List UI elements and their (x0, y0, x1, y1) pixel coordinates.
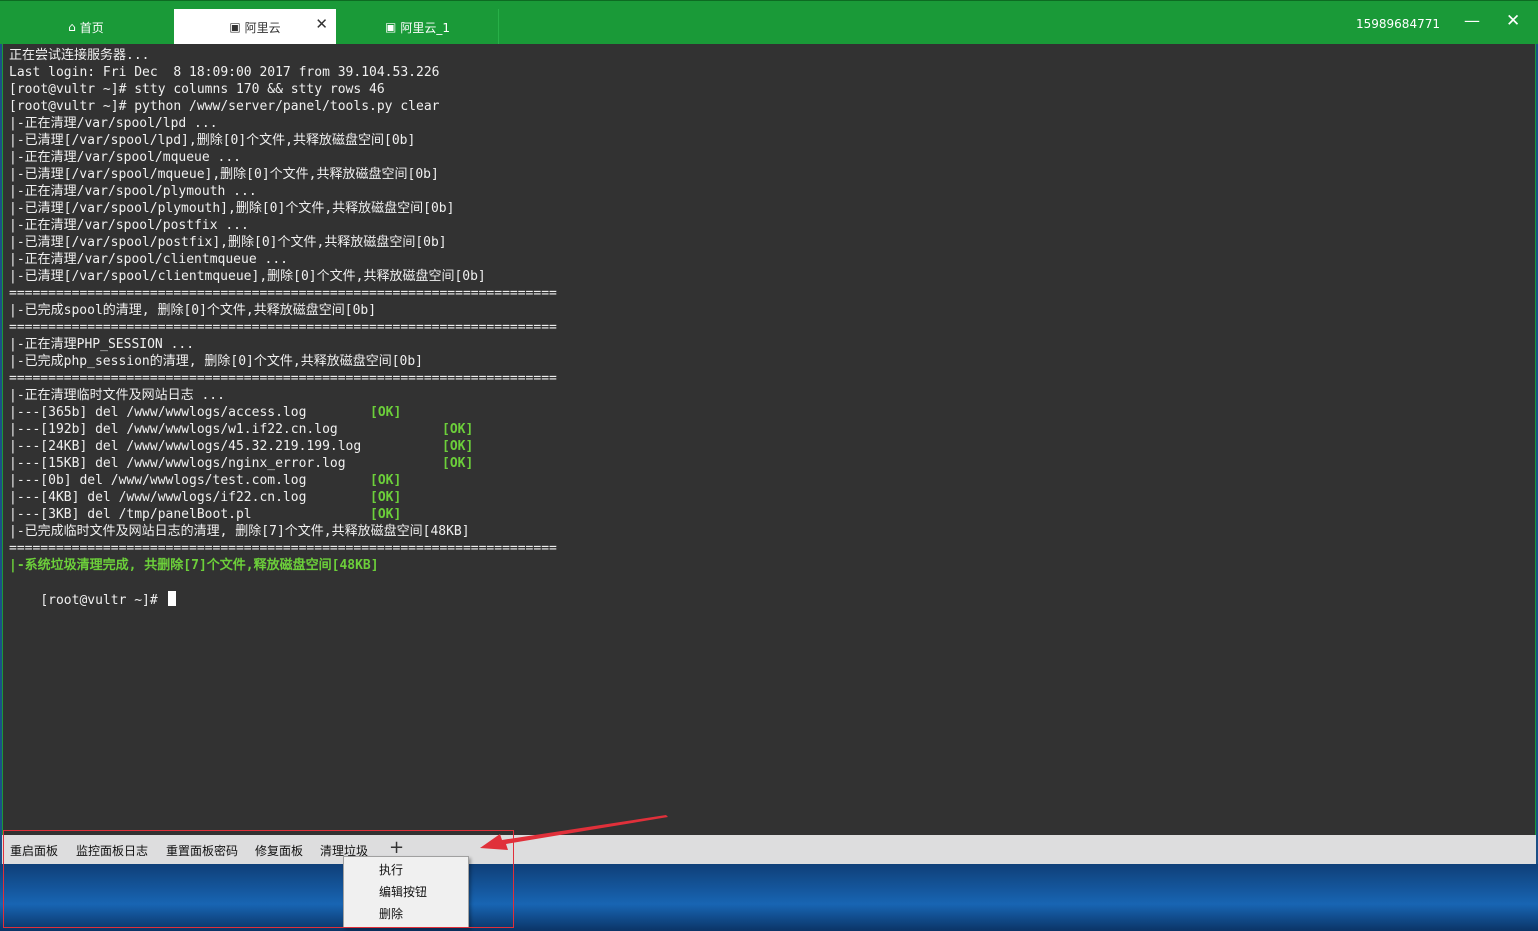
log-delete-row: |---[4KB] del /www/wwwlogs/if22.cn.log [… (9, 489, 509, 506)
terminal-line: |-已清理[/var/spool/plymouth],删除[0]个文件,共释放磁… (9, 201, 455, 216)
log-delete-row: |---[192b] del /www/wwwlogs/w1.if22.cn.l… (9, 421, 509, 438)
tab-aliyun-1[interactable]: ▣ 阿里云_1 (337, 9, 499, 45)
menu-item-delete[interactable]: 删除 (379, 905, 403, 922)
summary-line: |-系统垃圾清理完成, 共删除[7]个文件,释放磁盘空间[48KB] (9, 558, 379, 573)
tab-home[interactable]: ⌂ 首页 (0, 9, 172, 45)
account-phone: 15989684771 (1356, 17, 1440, 31)
terminal-line: |-已清理[/var/spool/lpd],删除[0]个文件,共释放磁盘空间[0… (9, 133, 416, 148)
separator-line: ========================================… (9, 286, 557, 301)
menu-item-execute[interactable]: 执行 (379, 861, 403, 878)
separator-line: ========================================… (9, 371, 557, 386)
terminal-line: |-正在清理/var/spool/clientmqueue ... (9, 252, 288, 267)
terminal-line: |-正在清理/var/spool/postfix ... (9, 218, 249, 233)
terminal-line: [root@vultr ~]# python /www/server/panel… (9, 99, 440, 114)
terminal-line: |-已清理[/var/spool/clientmqueue],删除[0]个文件,… (9, 269, 486, 284)
terminal-icon: ▣ (385, 20, 397, 34)
terminal-line: |---[15KB] del /www/wwwlogs/nginx_error.… (9, 456, 346, 471)
command-toolbar: 重启面板 监控面板日志 重置面板密码 修复面板 清理垃圾 + (2, 835, 1536, 864)
terminal-line: |-已清理[/var/spool/postfix],删除[0]个文件,共释放磁盘… (9, 235, 447, 250)
annotation-arrow (480, 815, 668, 850)
terminal-line: |---[192b] del /www/wwwlogs/w1.if22.cn.l… (9, 422, 338, 437)
close-window-icon[interactable]: ✕ (1506, 11, 1520, 31)
repair-panel-button[interactable]: 修复面板 (255, 842, 303, 859)
log-delete-row: |---[365b] del /www/wwwlogs/access.log [… (9, 404, 509, 421)
terminal-line: |-已完成spool的清理, 删除[0]个文件,共释放磁盘空间[0b] (9, 303, 377, 318)
terminal-line: |-已清理[/var/spool/mqueue],删除[0]个文件,共释放磁盘空… (9, 167, 439, 182)
separator-line: ========================================… (9, 541, 557, 556)
add-button-icon[interactable]: + (389, 837, 404, 858)
ok-status: [OK] (442, 422, 474, 437)
log-delete-row: |---[0b] del /www/wwwlogs/test.com.log [… (9, 472, 509, 489)
terminal-prompt: [root@vultr ~]# (40, 593, 166, 608)
terminal-line: |-已完成php_session的清理, 删除[0]个文件,共释放磁盘空间[0b… (9, 354, 424, 369)
terminal-line: |-正在清理/var/spool/lpd ... (9, 116, 218, 131)
ok-status: [OK] (370, 473, 402, 488)
ok-status: [OK] (442, 456, 474, 471)
terminal-output[interactable]: 正在尝试连接服务器... Last login: Fri Dec 8 18:09… (2, 44, 1536, 835)
log-delete-row: |---[3KB] del /tmp/panelBoot.pl [OK] (9, 506, 509, 523)
tab-label: 首页 (79, 20, 104, 35)
log-delete-row: |---[24KB] del /www/wwwlogs/45.32.219.19… (9, 438, 509, 455)
close-tab-icon[interactable]: ✕ (315, 15, 328, 33)
terminal-line: |-正在清理PHP_SESSION ... (9, 337, 195, 352)
terminal-line: |---[3KB] del /tmp/panelBoot.pl (9, 507, 252, 522)
log-delete-row: |---[15KB] del /www/wwwlogs/nginx_error.… (9, 455, 509, 472)
menu-item-edit-button[interactable]: 编辑按钮 (379, 883, 427, 900)
title-bar: ⌂ 首页 ▣ 阿里云 ✕ ▣ 阿里云_1 15989684771 — ✕ (0, 0, 1538, 45)
restart-panel-button[interactable]: 重启面板 (10, 842, 58, 859)
tab-label: 阿里云 (244, 20, 281, 35)
separator-line: ========================================… (9, 320, 557, 335)
terminal-icon: ▣ (229, 20, 241, 34)
monitor-panel-log-button[interactable]: 监控面板日志 (76, 842, 148, 859)
terminal-line: |-正在清理临时文件及网站日志 ... (9, 388, 225, 403)
terminal-line: [root@vultr ~]# stty columns 170 && stty… (9, 82, 385, 97)
terminal-line: 正在尝试连接服务器... (9, 48, 150, 63)
tab-aliyun[interactable]: ▣ 阿里云 ✕ (174, 9, 336, 45)
terminal-line: |-已完成临时文件及网站日志的清理, 删除[7]个文件,共释放磁盘空间[48KB… (9, 524, 470, 539)
terminal-line: |---[4KB] del /www/wwwlogs/if22.cn.log (9, 490, 307, 505)
terminal-line: |-正在清理/var/spool/plymouth ... (9, 184, 257, 199)
terminal-line: |---[0b] del /www/wwwlogs/test.com.log (9, 473, 307, 488)
tab-label: 阿里云_1 (400, 20, 450, 35)
ok-status: [OK] (370, 490, 402, 505)
terminal-cursor (167, 591, 176, 606)
desktop-background (0, 864, 1538, 931)
ok-status: [OK] (370, 405, 402, 420)
terminal-line: |---[24KB] del /www/wwwlogs/45.32.219.19… (9, 439, 362, 454)
terminal-line: |---[365b] del /www/wwwlogs/access.log (9, 405, 307, 420)
terminal-line: Last login: Fri Dec 8 18:09:00 2017 from… (9, 65, 440, 80)
minimize-icon[interactable]: — (1464, 11, 1480, 30)
home-icon: ⌂ (68, 20, 76, 34)
terminal-line: |-正在清理/var/spool/mqueue ... (9, 150, 242, 165)
reset-panel-password-button[interactable]: 重置面板密码 (166, 842, 238, 859)
prompt-line[interactable]: [root@vultr ~]# (9, 574, 176, 608)
ok-status: [OK] (370, 507, 402, 522)
ok-status: [OK] (442, 439, 474, 454)
context-menu: 执行 编辑按钮 删除 (343, 856, 469, 928)
